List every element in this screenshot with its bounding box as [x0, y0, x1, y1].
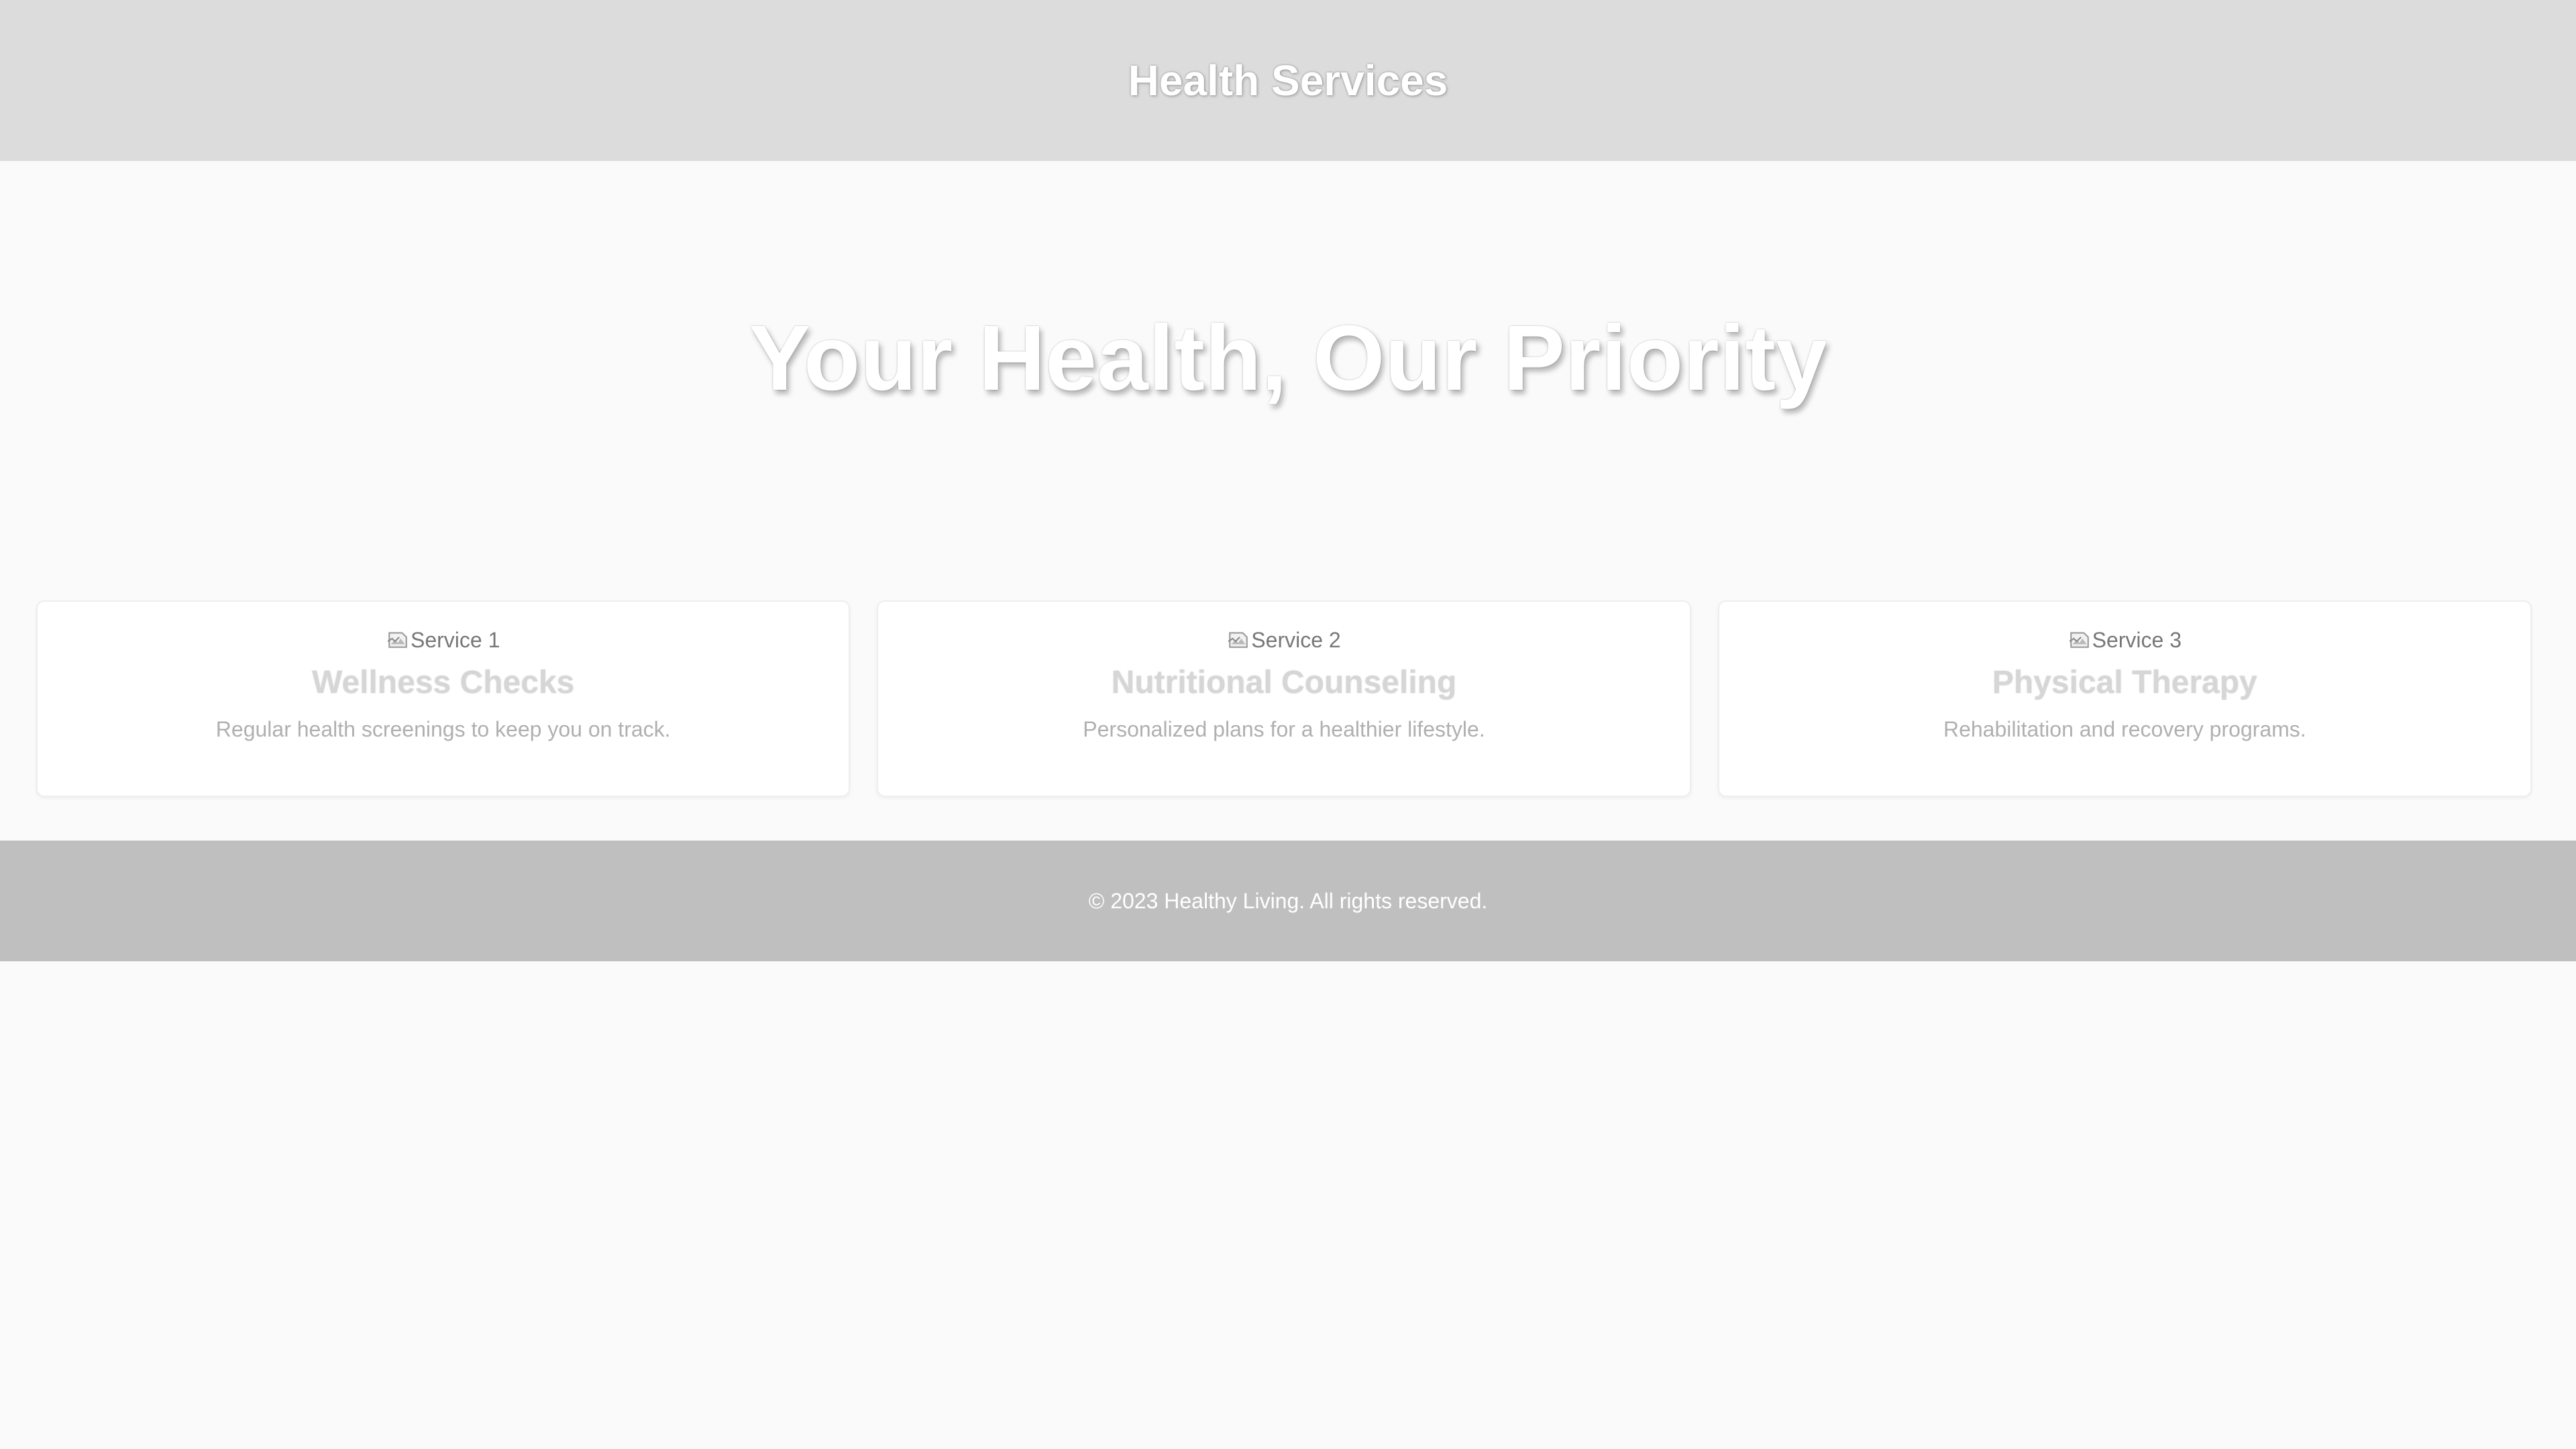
service-title: Nutritional Counseling: [1111, 665, 1457, 700]
services-section: Service 1 Wellness Checks Regular health…: [36, 600, 2532, 798]
service-description: Regular health screenings to keep you on…: [215, 717, 671, 741]
service-card: Service 1 Wellness Checks Regular health…: [36, 600, 851, 797]
service-title: Physical Therapy: [1992, 665, 2257, 700]
service-image-alt: Service 2: [1251, 627, 1341, 652]
broken-image-icon: [1228, 632, 1248, 648]
service-description: Rehabilitation and recovery programs.: [1943, 717, 2306, 741]
service-card: Service 2 Nutritional Counseling Persona…: [877, 600, 1691, 797]
site-footer: © 2023 Healthy Living. All rights reserv…: [0, 841, 2576, 961]
service-image: Service 3: [2068, 625, 2182, 655]
hero-heading: Your Health, Our Priority: [749, 307, 1827, 410]
site-header: Health Services: [0, 0, 2576, 161]
hero-section: Your Health, Our Priority: [0, 161, 2576, 600]
service-title: Wellness Checks: [312, 665, 575, 700]
broken-image-icon: [2069, 632, 2089, 648]
site-title: Health Services: [1128, 56, 1448, 105]
service-image: Service 2: [1227, 625, 1341, 655]
footer-copyright: © 2023 Healthy Living. All rights reserv…: [1088, 888, 1488, 913]
service-image: Service 1: [386, 625, 500, 655]
service-image-alt: Service 3: [2092, 627, 2182, 652]
broken-image-icon: [387, 632, 407, 648]
service-card: Service 3 Physical Therapy Rehabilitatio…: [1717, 600, 2532, 797]
service-description: Personalized plans for a healthier lifes…: [1083, 717, 1485, 741]
service-image-alt: Service 1: [410, 627, 500, 652]
